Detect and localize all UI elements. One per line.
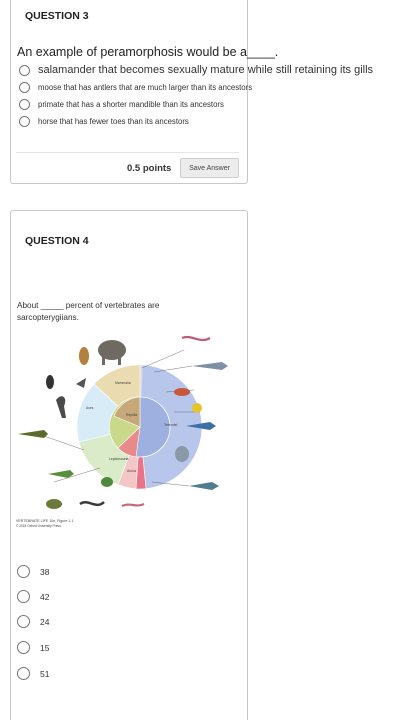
question-prompt: About _____ percent of vertebrates are s… <box>17 301 160 322</box>
svg-text:Aves: Aves <box>86 406 94 410</box>
question-prompt: An example of peramorphosis would be a__… <box>17 45 279 59</box>
question-title: QUESTION 4 <box>25 235 89 247</box>
penguin-icon <box>46 375 54 389</box>
figure-credit-line1: VERTEBRATE LIFE 10e, Figure 1.1 <box>16 519 73 523</box>
crocodile-icon <box>18 430 48 438</box>
vertebrate-diversity-figure: Mammalia Aves Lepidosauria Anura Teleost… <box>16 335 228 528</box>
answer-option-1[interactable]: salamander that becomes sexually mature … <box>19 64 373 76</box>
radio-button[interactable] <box>17 667 30 680</box>
answer-choice-2[interactable]: 42 <box>17 590 49 603</box>
radio-button[interactable] <box>17 641 30 654</box>
bird-icon <box>76 378 86 388</box>
answer-choice-5[interactable]: 51 <box>17 667 49 680</box>
svg-text:Teleostei: Teleostei <box>164 423 178 427</box>
figure-credit-line2: © 2018 Oxford University Press <box>16 524 61 528</box>
coelacanth-icon <box>189 482 219 490</box>
radio-button[interactable] <box>17 590 30 603</box>
svg-text:Lepidosauria: Lepidosauria <box>109 457 129 461</box>
radio-button[interactable] <box>19 64 30 76</box>
shark-icon <box>192 362 228 370</box>
radio-button[interactable] <box>19 99 30 110</box>
radio-button[interactable] <box>19 82 30 93</box>
points-label: 0.5 points <box>127 163 172 174</box>
fish-icon <box>174 388 190 396</box>
answer-choice-4[interactable]: 15 <box>17 641 49 654</box>
turtle-icon <box>46 499 62 509</box>
caecilian-icon <box>181 335 211 342</box>
radio-button[interactable] <box>19 116 30 127</box>
svg-text:Reptilia: Reptilia <box>126 413 137 417</box>
answer-option-2[interactable]: moose that has antlers that are much lar… <box>19 82 252 93</box>
question-title: QUESTION 3 <box>25 10 89 22</box>
answer-choice-3[interactable]: 24 <box>17 615 49 628</box>
frog-icon <box>101 477 113 487</box>
ostrich-icon <box>56 396 66 418</box>
snake-icon <box>79 501 105 507</box>
salamander-icon <box>121 502 145 508</box>
svg-text:Anura: Anura <box>127 469 136 473</box>
svg-text:Mammalia: Mammalia <box>115 381 131 385</box>
radio-button[interactable] <box>17 565 30 578</box>
yellow-fish-icon <box>192 403 202 413</box>
diversity-pie <box>76 364 203 490</box>
save-answer-button[interactable]: Save Answer <box>180 158 239 178</box>
sunfish-icon <box>175 446 189 462</box>
radio-button[interactable] <box>17 615 30 628</box>
divider <box>16 152 239 153</box>
answer-option-3[interactable]: primate that has a shorter mandible than… <box>19 99 224 110</box>
kangaroo-icon <box>79 347 89 365</box>
answer-option-4[interactable]: horse that has fewer toes than its ances… <box>19 116 189 127</box>
answer-choice-1[interactable]: 38 <box>17 565 49 578</box>
lizard-icon <box>48 470 74 478</box>
